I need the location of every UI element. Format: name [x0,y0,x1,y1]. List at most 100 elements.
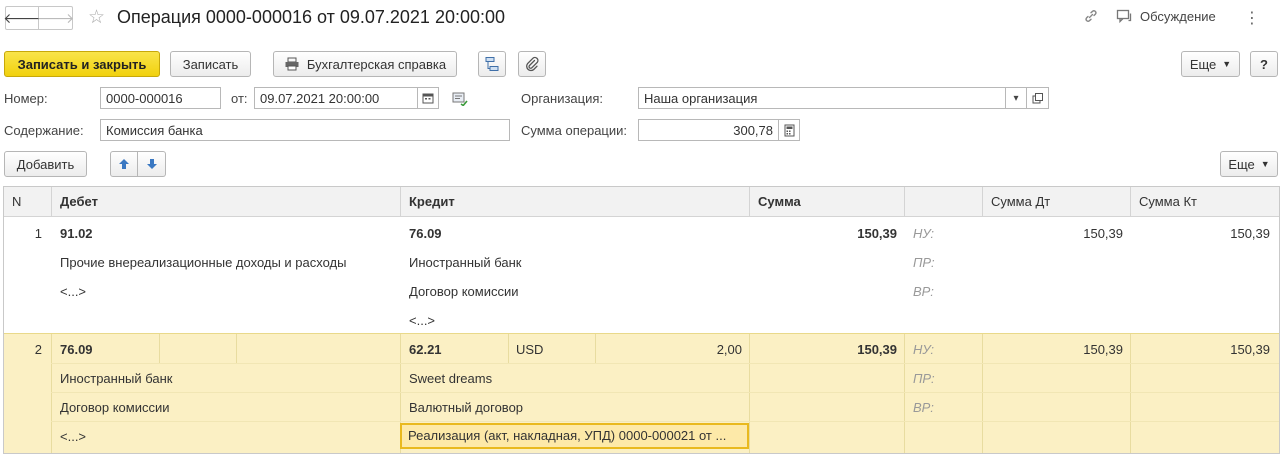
save-and-close-button[interactable]: Записать и закрыть [4,51,160,77]
back-button[interactable]: 🡐 [3,6,41,30]
organization-field[interactable]: Наша организация [638,87,1006,109]
arrow-down-icon [146,159,157,169]
divider [159,334,160,363]
entry-sum[interactable]: 150,39 [749,342,897,357]
structure-button[interactable] [478,51,506,77]
pr-label: ПР: [913,371,935,386]
debit-account[interactable]: 91.02 [60,226,93,241]
accounting-note-button[interactable]: Бухгалтерская справка [273,51,457,77]
nu-label: НУ: [913,226,935,241]
operation-sum-label: Сумма операции: [521,123,627,138]
credit-currency[interactable]: USD [516,342,543,357]
credit-subconto-3-active[interactable]: Реализация (акт, накладная, УПД) 0000-00… [400,423,749,449]
credit-subconto-2[interactable]: Договор комиссии [409,284,518,299]
credit-currency-amount[interactable]: 2,00 [595,342,742,357]
debit-subconto-2[interactable]: <...> [60,284,86,299]
help-button[interactable]: ? [1250,51,1278,77]
entry-sum[interactable]: 150,39 [749,226,897,241]
organization-label: Организация: [521,91,604,106]
add-row-button[interactable]: Добавить [4,151,87,177]
debit-subconto-2[interactable]: Договор комиссии [60,400,169,415]
header-debit[interactable]: Дебет [51,187,400,217]
page-title: Операция 0000-000016 от 09.07.2021 20:00… [117,7,506,27]
paperclip-icon [526,56,539,72]
operation-sum-field[interactable]: 300,78 [638,119,779,141]
vr-label: ВР: [913,400,934,415]
hierarchy-icon [485,57,499,71]
more-menu-button[interactable]: Еще ▼ [1181,51,1240,77]
content-field[interactable]: Комиссия банка [100,119,510,141]
pr-label: ПР: [913,255,935,270]
calculator-button[interactable] [779,119,800,141]
header-sum-kt[interactable]: Сумма Кт [1130,187,1279,217]
edit-number-icon[interactable] [452,92,468,109]
nu-sum-kt[interactable]: 150,39 [1130,226,1270,241]
organization-open-button[interactable] [1027,87,1049,109]
header-sum-dt[interactable]: Сумма Дт [982,187,1130,217]
title-bar: 🡐 🡒 ☆ Операция 0000-000016 от 09.07.2021… [0,0,1282,36]
nu-sum-dt[interactable]: 150,39 [982,226,1123,241]
move-up-button[interactable] [110,151,138,177]
date-field[interactable]: 09.07.2021 20:00:00 [254,87,418,109]
caret-down-icon: ▼ [1260,159,1270,169]
header-n[interactable]: N [4,187,51,217]
credit-subconto-2[interactable]: Валютный договор [409,400,523,415]
divider [51,421,1279,422]
row-number: 1 [34,226,42,241]
save-button[interactable]: Записать [170,51,251,77]
divider [51,392,1279,393]
nu-sum-kt[interactable]: 150,39 [1130,342,1270,357]
number-field[interactable]: 0000-000016 [100,87,221,109]
forward-button[interactable]: 🡒 [36,6,75,30]
arrow-left-icon: 🡐 [3,9,41,26]
calendar-button[interactable] [418,87,439,109]
header-credit[interactable]: Кредит [400,187,749,217]
more-vertical-icon[interactable]: ⋮ [1244,8,1260,28]
table-header: N Дебет Кредит Сумма Сумма Дт Сумма Кт [4,187,1279,217]
debit-subconto-1[interactable]: Иностранный банк [60,371,173,386]
table-more-button[interactable]: Еще ▼ [1220,151,1278,177]
number-label: Номер: [4,91,48,106]
accounting-note-label: Бухгалтерская справка [306,56,447,72]
divider [51,334,52,453]
table-row-selected[interactable]: 2 76.09 Иностранный банк Договор комисси… [4,333,1279,453]
debit-subconto-1[interactable]: Прочие внереализационные доходы и расход… [60,255,347,270]
divider [236,334,237,363]
calendar-icon [422,93,434,104]
credit-subconto-1[interactable]: Иностранный банк [409,255,522,270]
content-label: Содержание: [4,123,84,138]
credit-subconto-1[interactable]: Sweet dreams [409,371,492,386]
divider [508,334,509,363]
vr-label: ВР: [913,284,934,299]
arrow-up-icon [119,159,129,169]
link-icon[interactable] [1083,8,1099,28]
credit-subconto-3[interactable]: <...> [409,313,435,328]
credit-account[interactable]: 76.09 [409,226,442,241]
debit-subconto-3[interactable]: <...> [60,429,86,444]
nu-label: НУ: [913,342,935,357]
table-row[interactable]: 1 91.02 Прочие внереализационные доходы … [4,218,1279,333]
discussion-icon[interactable] [1116,8,1133,28]
debit-account[interactable]: 76.09 [60,342,93,357]
favorite-star-icon[interactable]: ☆ [88,6,105,29]
entries-table: N Дебет Кредит Сумма Сумма Дт Сумма Кт 1… [3,186,1280,454]
caret-down-icon: ▼ [1222,59,1232,69]
header-tax-type[interactable] [904,187,982,217]
header-sum[interactable]: Сумма [749,187,904,217]
calculator-icon [784,124,794,136]
divider [51,363,1279,364]
credit-account[interactable]: 62.21 [409,342,442,357]
printer-icon [285,57,299,71]
move-down-button[interactable] [138,151,166,177]
divider [904,334,905,453]
discussion-link[interactable]: Обсуждение [1140,9,1216,24]
more-label: Еще [1189,56,1217,72]
arrow-right-icon: 🡒 [36,9,75,26]
organization-dropdown-button[interactable]: ▾ [1006,87,1027,109]
open-form-icon [1032,92,1043,103]
row-number: 2 [34,342,42,357]
date-label: от: [231,91,248,106]
attach-button[interactable] [518,51,546,77]
nu-sum-dt[interactable]: 150,39 [982,342,1123,357]
table-more-label: Еще [1228,156,1255,172]
